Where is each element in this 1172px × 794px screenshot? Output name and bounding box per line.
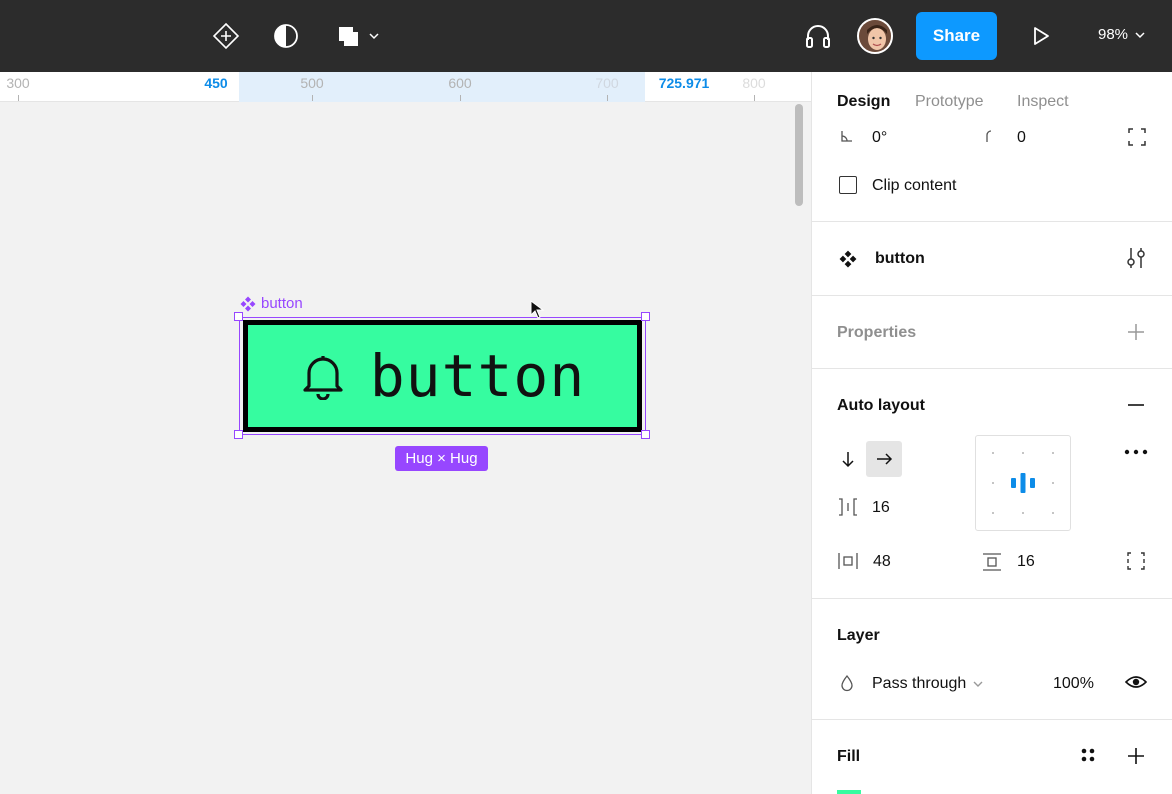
resize-handle[interactable] bbox=[641, 312, 650, 321]
horizontal-ruler: 300 450 500 600 700 725.971 800 bbox=[0, 72, 811, 102]
add-fill-icon[interactable] bbox=[1126, 746, 1146, 766]
properties-title: Properties bbox=[837, 324, 917, 341]
opacity-value[interactable]: 100% bbox=[1053, 675, 1094, 693]
present-icon[interactable] bbox=[1023, 18, 1059, 54]
clip-content-checkbox[interactable] bbox=[839, 176, 857, 194]
component-icon[interactable] bbox=[208, 18, 244, 54]
blend-mode-value: Pass through bbox=[872, 675, 967, 692]
alignment-grid[interactable] bbox=[975, 435, 1071, 531]
adjust-sliders-icon[interactable] bbox=[1125, 246, 1147, 270]
blend-mode-icon bbox=[840, 674, 854, 692]
direction-vertical-button[interactable] bbox=[830, 441, 866, 477]
divider bbox=[812, 221, 1172, 222]
ruler-tick-mark bbox=[754, 95, 755, 101]
divider bbox=[812, 598, 1172, 599]
contrast-icon[interactable] bbox=[268, 18, 304, 54]
share-button[interactable]: Share bbox=[916, 12, 997, 60]
horizontal-padding-value[interactable]: 48 bbox=[873, 553, 891, 571]
ruler-tick-mark bbox=[18, 95, 19, 101]
corner-radius-icon bbox=[984, 129, 996, 143]
ruler-tick: 700 bbox=[595, 75, 619, 91]
arrow-down-icon bbox=[842, 452, 854, 468]
styles-grid-icon[interactable] bbox=[1079, 746, 1097, 764]
layer-title: Layer bbox=[837, 627, 880, 644]
ruler-tick-mark bbox=[607, 95, 608, 101]
vertical-scrollbar[interactable] bbox=[795, 104, 803, 206]
panel-tabs: Design Prototype Inspect bbox=[812, 72, 1172, 118]
more-options-icon[interactable] bbox=[1124, 449, 1148, 455]
ruler-tick: 600 bbox=[448, 75, 472, 91]
ruler-tick-mark bbox=[460, 95, 461, 101]
component-icon bbox=[240, 296, 256, 311]
avatar[interactable] bbox=[857, 18, 893, 54]
ruler-tick: 800 bbox=[742, 75, 766, 91]
boolean-shapes-icon[interactable] bbox=[330, 18, 366, 54]
tab-design[interactable]: Design bbox=[837, 93, 890, 111]
rotation-icon bbox=[840, 129, 854, 143]
individual-padding-icon[interactable] bbox=[1126, 551, 1146, 571]
eye-icon[interactable] bbox=[1125, 673, 1147, 691]
resize-handle[interactable] bbox=[641, 430, 650, 439]
clip-content-label: Clip content bbox=[872, 177, 957, 194]
ruler-tick: 500 bbox=[300, 75, 324, 91]
chevron-down-icon bbox=[1135, 31, 1145, 38]
tab-inspect[interactable]: Inspect bbox=[1017, 93, 1069, 111]
chevron-down-icon bbox=[973, 681, 983, 687]
ruler-tick-selected: 725.971 bbox=[658, 75, 710, 91]
size-badge: Hug × Hug bbox=[395, 446, 488, 471]
remove-auto-layout-icon[interactable] bbox=[1126, 395, 1146, 415]
zoom-label: 98% bbox=[1098, 26, 1129, 43]
component-label-text: button bbox=[261, 295, 303, 312]
mouse-cursor-icon bbox=[530, 300, 545, 319]
gap-value[interactable]: 16 bbox=[872, 499, 890, 517]
align-center-icon bbox=[1011, 473, 1035, 493]
direction-horizontal-button[interactable] bbox=[866, 441, 902, 477]
headphones-icon[interactable] bbox=[800, 18, 836, 54]
ruler-tick-mark bbox=[312, 95, 313, 101]
corner-radius-value[interactable]: 0 bbox=[1017, 129, 1026, 147]
vertical-padding-value[interactable]: 16 bbox=[1017, 553, 1035, 571]
component-icon bbox=[839, 250, 857, 268]
fill-color-swatch[interactable] bbox=[837, 790, 861, 794]
properties-panel: Design Prototype Inspect 0° 0 Clip conte… bbox=[811, 72, 1172, 794]
arrow-right-icon bbox=[877, 453, 893, 465]
horizontal-padding-icon bbox=[837, 552, 859, 570]
resize-handle[interactable] bbox=[234, 312, 243, 321]
component-frame-label[interactable]: button bbox=[240, 295, 303, 312]
spacing-between-icon bbox=[837, 498, 859, 516]
zoom-dropdown[interactable]: 98% bbox=[1098, 26, 1146, 43]
button-component[interactable]: button bbox=[243, 320, 642, 432]
top-toolbar: Share 98% bbox=[0, 0, 1172, 72]
ruler-tick-selected: 450 bbox=[204, 75, 228, 91]
rotation-value[interactable]: 0° bbox=[872, 129, 887, 147]
resize-handle[interactable] bbox=[234, 430, 243, 439]
component-name[interactable]: button bbox=[875, 250, 925, 268]
tab-prototype[interactable]: Prototype bbox=[915, 93, 983, 111]
bell-icon bbox=[303, 356, 343, 400]
divider bbox=[812, 295, 1172, 296]
divider bbox=[812, 719, 1172, 720]
auto-layout-title: Auto layout bbox=[837, 397, 925, 414]
ruler-tick: 300 bbox=[6, 75, 30, 91]
button-component-text: button bbox=[369, 342, 586, 410]
vertical-padding-icon bbox=[982, 552, 1002, 572]
independent-corners-icon[interactable] bbox=[1127, 127, 1147, 147]
add-property-icon[interactable] bbox=[1126, 322, 1146, 342]
divider bbox=[812, 368, 1172, 369]
chevron-down-icon[interactable] bbox=[362, 18, 386, 54]
fill-title: Fill bbox=[837, 748, 861, 765]
blend-mode-dropdown[interactable]: Pass through bbox=[872, 675, 984, 693]
